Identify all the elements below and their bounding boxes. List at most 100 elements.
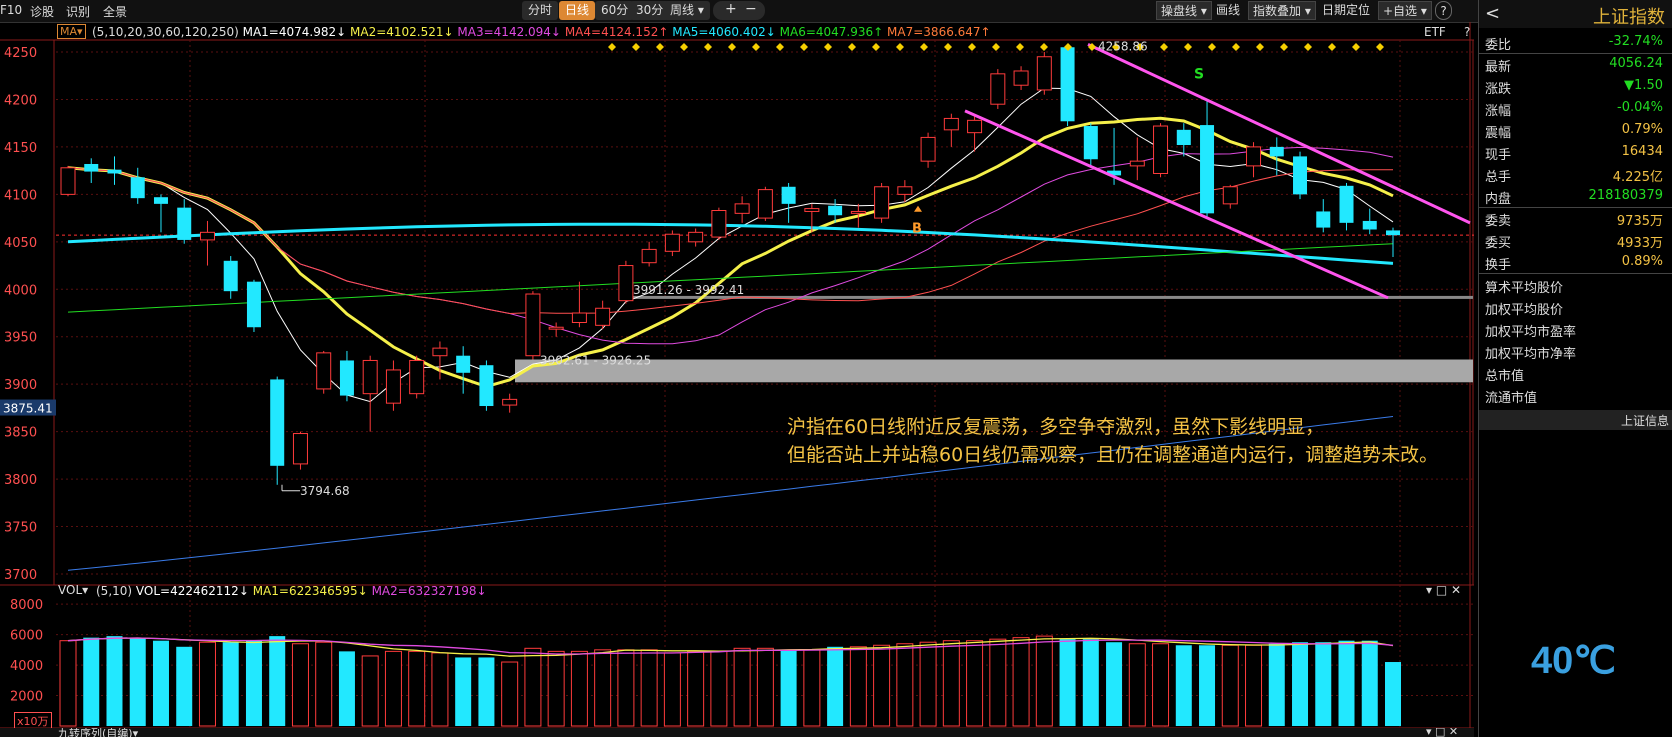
quote-row: 最新 4056.24 [1479, 54, 1672, 75]
back-icon[interactable]: < [1485, 3, 1500, 24]
candle-body [943, 117, 959, 131]
vol-bar [1361, 640, 1378, 726]
candle-body [1013, 70, 1029, 86]
zone1-label: 3902.61 - 3926.25 [540, 354, 651, 368]
ma-legend: (5,10,20,30,60,120,250) MA1=4074.982↓ MA… [92, 25, 991, 39]
signal-diamond [944, 43, 952, 51]
vol-bar [501, 661, 519, 727]
signal-diamond [920, 43, 928, 51]
vol-bar [617, 649, 635, 727]
vol-bar [1199, 645, 1216, 726]
signal-diamond [968, 43, 976, 51]
vol-bar [733, 647, 751, 727]
zone2-label: 3991.26 - 3992.41 [633, 283, 744, 297]
candle-body [1246, 146, 1262, 167]
candle-body [757, 189, 773, 219]
candle-body [1083, 126, 1098, 160]
nine-turn-selector[interactable]: 九转序列(自编)▾ [58, 728, 138, 737]
candle-body [734, 203, 750, 214]
signal-diamond [608, 43, 616, 51]
quote-row: 涨跌 ▼1.50 [1479, 76, 1672, 97]
candle-body [339, 360, 354, 396]
signal-diamond [752, 43, 760, 51]
vol-bar [1106, 642, 1123, 726]
candle-body [874, 186, 890, 219]
channel-lower [964, 109, 1389, 300]
candle-body [409, 359, 425, 395]
candle-body [897, 186, 913, 195]
vol-bar [198, 641, 216, 727]
candle-body [1269, 146, 1284, 157]
quote-value: 4.225亿 [1612, 170, 1663, 185]
buy-arrow-icon [914, 205, 922, 212]
stat-item[interactable]: 算术平均股价 [1485, 277, 1563, 296]
vol-ma2-line [67, 637, 1394, 655]
candle-body [1036, 56, 1052, 91]
quote-key: 内盘 [1485, 192, 1512, 207]
signal-diamond [776, 43, 784, 51]
vol-bar [966, 640, 984, 727]
divider [1479, 273, 1672, 274]
stat-item[interactable]: 流通市值 [1485, 387, 1537, 406]
candle-body [362, 359, 378, 395]
vol-panel-controls[interactable]: ▾ □ ✕ [1426, 583, 1461, 597]
etf-label[interactable]: ETF [1424, 25, 1446, 39]
quote-value: 0.79% [1621, 122, 1663, 137]
vol-bar [1245, 644, 1263, 727]
price-tick: 4000 [4, 283, 37, 298]
kline-chart[interactable]: 4250 4200 4150 4100 4050 4000 3950 3900 3850 3800… [0, 0, 1474, 737]
candle-body [828, 205, 843, 216]
signal-diamond [680, 43, 688, 51]
candle-body [432, 347, 448, 357]
vol-bar [129, 637, 146, 726]
candle-body [1386, 230, 1400, 236]
candle-body [1129, 160, 1145, 167]
vol-bar [919, 641, 937, 727]
stat-item[interactable]: 加权平均市盈率 [1485, 321, 1576, 340]
quote-row: 换手 0.89% [1479, 252, 1672, 273]
signal-diamond [656, 43, 664, 51]
quote-key: 涨幅 [1485, 104, 1512, 119]
quote-row: 现手 16434 [1479, 142, 1672, 163]
vol-tick: 6000 [10, 629, 43, 644]
candle-body [850, 210, 866, 214]
quote-row: 总手 4.225亿 [1479, 164, 1672, 185]
vol-bar [338, 651, 355, 726]
chart-help-icon[interactable]: ? [1464, 25, 1470, 39]
quote-row: 委买 4933万 [1479, 230, 1672, 251]
candle-body [990, 73, 1006, 105]
stat-item[interactable]: 加权平均股价 [1485, 299, 1563, 318]
signal-diamond [728, 43, 736, 51]
candle-body [967, 119, 983, 134]
quote-panel-header: < 上证指数 [1479, 0, 1672, 28]
channel-upper [1087, 43, 1471, 225]
vol-bar [640, 649, 658, 727]
stat-item[interactable]: 加权平均市净率 [1485, 343, 1576, 362]
ma-lines [67, 87, 1394, 571]
candle-body [664, 233, 680, 252]
vol-bar [594, 649, 612, 727]
signal-diamond [1040, 43, 1048, 51]
candle-body [130, 177, 145, 199]
vol-bar [431, 652, 449, 727]
price-tick: 4200 [4, 93, 37, 108]
candle-body [641, 248, 657, 264]
price-axis: 4250 4200 4150 4100 4050 4000 3950 3900 3850 3800… [0, 46, 56, 583]
info-tab[interactable]: 上证信息 [1479, 410, 1672, 430]
vol-selector[interactable]: VOL▾ [58, 583, 88, 597]
ma-selector[interactable]: MA▾ [57, 24, 86, 39]
ma6-value: MA6=4047.936↑ [779, 25, 884, 39]
signal-diamond [1304, 43, 1312, 51]
candle-body [153, 197, 168, 204]
ma2-value: MA2=4102.521↓ [350, 25, 454, 39]
ma3-line [67, 146, 1394, 345]
candle-body [1316, 211, 1331, 228]
quote-value: 4933万 [1616, 236, 1663, 251]
ma1-value: MA1=4074.982↓ [242, 25, 347, 39]
candle-body [502, 398, 518, 406]
support-zones [515, 295, 1473, 383]
stat-item[interactable]: 总市值 [1485, 365, 1524, 384]
vol-params: (5,10) [96, 584, 133, 598]
bottom-panel-controls[interactable]: ▾ □ ✕ [1426, 728, 1458, 737]
vol-bar [269, 636, 286, 726]
